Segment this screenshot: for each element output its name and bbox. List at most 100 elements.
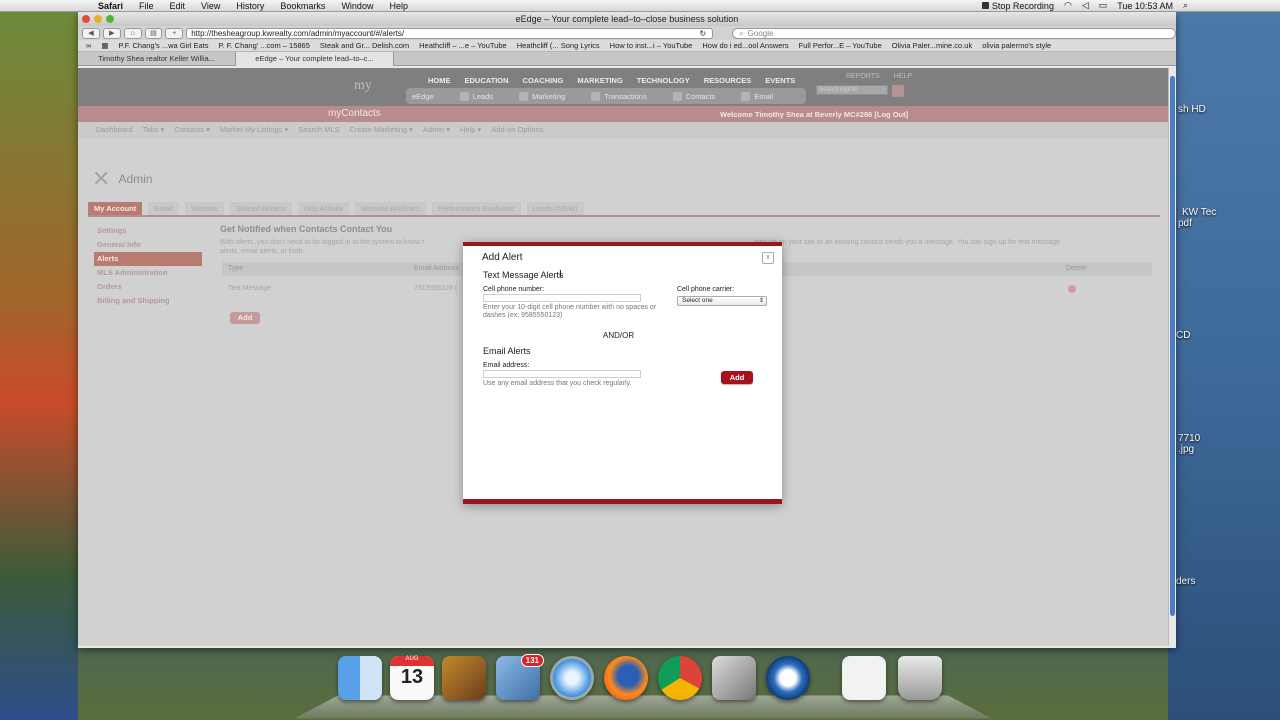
photo-booth-icon[interactable] [712, 656, 756, 700]
back-button[interactable]: ◀ [82, 27, 100, 39]
quicktime-icon[interactable] [766, 656, 810, 700]
desktop-item-pdf[interactable]: pdf [1178, 218, 1192, 229]
tab-timothy-shea[interactable]: Timothy Shea realtor Keller Willia... [78, 51, 236, 66]
top-sites-icon[interactable]: ▦ [101, 41, 108, 50]
close-icon[interactable]: x [762, 252, 774, 264]
tab-drip-activity[interactable]: Drip Activity [298, 202, 350, 215]
volume-icon[interactable]: ◁ [1082, 0, 1089, 11]
desktop-item-hd[interactable]: sh HD [1178, 104, 1206, 115]
bookmark-item[interactable]: Heathcliff – ...e – YouTube [419, 41, 507, 50]
desktop-item-7710[interactable]: 7710 [1178, 433, 1200, 444]
desktop-item-folders[interactable]: ders [1176, 576, 1195, 587]
menu-view[interactable]: View [193, 1, 228, 11]
sidebar-item-alerts[interactable]: Alerts [94, 252, 202, 266]
iphoto-icon[interactable] [442, 656, 486, 700]
wifi-icon[interactable]: ◠ [1064, 0, 1072, 11]
kw-search-button[interactable] [892, 85, 904, 97]
menu-file[interactable]: File [131, 1, 162, 11]
trash-icon[interactable] [898, 656, 942, 700]
logout-link[interactable]: [Log Out] [874, 110, 908, 119]
nav-technology[interactable]: TECHNOLOGY [637, 76, 690, 85]
reading-list-icon[interactable]: ∞ [86, 41, 91, 50]
col-type[interactable]: Type [228, 265, 243, 272]
carrier-select[interactable]: Select one ⇕ [677, 296, 767, 306]
finder-icon[interactable] [338, 656, 382, 700]
bookmark-item[interactable]: How do i ed...ool Answers [702, 41, 788, 50]
tab-email[interactable]: Email [148, 202, 179, 215]
subnav-marketing[interactable]: Marketing [519, 91, 565, 101]
menu-addon-options[interactable]: Add-on Options [491, 125, 543, 134]
bookmark-item[interactable]: P. F. Chang' ...com – 15865 [219, 41, 310, 50]
mail-icon[interactable]: 131 [496, 654, 544, 700]
bookmark-item[interactable]: Steak and Gr... Delish.com [320, 41, 409, 50]
nav-education[interactable]: EDUCATION [465, 76, 509, 85]
clock[interactable]: Tue 10:53 AM [1117, 1, 1173, 11]
vertical-scrollbar[interactable] [1168, 68, 1176, 646]
menu-safari[interactable]: Safari [90, 1, 131, 11]
tab-my-account[interactable]: My Account [88, 202, 143, 215]
modal-add-button[interactable]: Add [721, 371, 753, 384]
desktop-item-kw[interactable]: KW Tec [1182, 207, 1216, 218]
menu-help[interactable]: Help [381, 1, 416, 11]
kw-search-input[interactable]: Search myKW [816, 85, 888, 95]
nav-coaching[interactable]: COACHING [523, 76, 564, 85]
menu-market-my-listings[interactable]: Market My Listings ▾ [220, 125, 288, 134]
desktop-item-cd[interactable]: CD [1176, 330, 1190, 341]
firefox-icon[interactable] [604, 656, 648, 700]
desktop-item-jpg[interactable]: .jpg [1178, 444, 1194, 455]
delete-icon[interactable] [1068, 285, 1076, 293]
nav-marketing[interactable]: MARKETING [577, 76, 622, 85]
menu-create-marketing[interactable]: Create Marketing ▾ [350, 125, 413, 134]
bookmark-item[interactable]: Full Perfor...E – YouTube [799, 41, 882, 50]
tab-eedge[interactable]: eEdge – Your complete lead–to–c... [236, 51, 394, 66]
forward-button[interactable]: ▶ [102, 27, 121, 39]
menu-admin[interactable]: Admin ▾ [423, 125, 450, 134]
menu-bookmarks[interactable]: Bookmarks [272, 1, 333, 11]
tab-shared-access[interactable]: Shared Access [229, 202, 292, 215]
menu-help2[interactable]: Help ▾ [460, 125, 481, 134]
scroll-thumb[interactable] [1170, 76, 1175, 616]
search-field[interactable]: ⌕ Google [732, 27, 1176, 39]
menu-search-mls[interactable]: Search MLS [298, 125, 339, 134]
history-button[interactable]: ▤ [144, 27, 163, 39]
tab-leads-new[interactable]: Leads (NEW) [526, 202, 584, 215]
nav-home[interactable]: HOME [428, 76, 451, 85]
email-input[interactable] [483, 370, 641, 378]
nav-events[interactable]: EVENTS [765, 76, 795, 85]
tab-website-analytics[interactable]: Website Analytics [355, 202, 426, 215]
cell-phone-input[interactable] [483, 294, 641, 302]
url-field[interactable]: http://thesheagroup.kwrealty.com/admin/m… [186, 27, 714, 39]
stop-recording[interactable]: Stop Recording [981, 1, 1054, 11]
bookmark-item[interactable]: olivia palermo's style [982, 41, 1051, 50]
reload-icon[interactable]: ↻ [699, 29, 706, 38]
sidebar-item-orders[interactable]: Orders [94, 280, 202, 294]
sidebar-item-mls-administration[interactable]: MLS Administration [94, 266, 202, 280]
nav-help[interactable]: HELP [894, 73, 912, 80]
subnav-transactions[interactable]: Transactions [591, 91, 647, 101]
documents-stack-icon[interactable] [842, 656, 886, 700]
home-button[interactable]: ⌂ [123, 27, 142, 39]
mykw-logo[interactable]: my [354, 78, 372, 94]
add-bookmark-button[interactable]: + [165, 27, 184, 39]
safari-dock-icon[interactable] [550, 656, 594, 700]
chrome-icon[interactable] [658, 656, 702, 700]
sidebar-item-settings[interactable]: Settings [94, 224, 202, 238]
bookmark-item[interactable]: Olivia Paler...mine.co.uk [892, 41, 972, 50]
bookmark-item[interactable]: P.F. Chang's ...wa Girl Eats [118, 41, 208, 50]
subnav-leads[interactable]: Leads [459, 91, 493, 101]
sidebar-item-general-info[interactable]: General Info [94, 238, 202, 252]
menu-dashboard[interactable]: Dashboard [96, 125, 133, 134]
bookmark-item[interactable]: How to inst...i – YouTube [610, 41, 693, 50]
subnav-email[interactable]: Email [741, 91, 773, 101]
nav-resources[interactable]: RESOURCES [704, 76, 752, 85]
calendar-icon[interactable]: AUG 13 [390, 656, 434, 700]
spotlight-icon[interactable]: ⌕ [1183, 0, 1188, 11]
nav-reports[interactable]: REPORTS [846, 73, 880, 80]
menu-history[interactable]: History [228, 1, 272, 11]
menu-edit[interactable]: Edit [162, 1, 194, 11]
subnav-contacts[interactable]: Contacts [672, 91, 715, 101]
menu-window[interactable]: Window [333, 1, 381, 11]
menu-contacts[interactable]: Contacts ▾ [174, 125, 209, 134]
bookmark-item[interactable]: Heathcliff (... Song Lyrics [517, 41, 600, 50]
battery-icon[interactable]: ▭ [1099, 0, 1108, 11]
